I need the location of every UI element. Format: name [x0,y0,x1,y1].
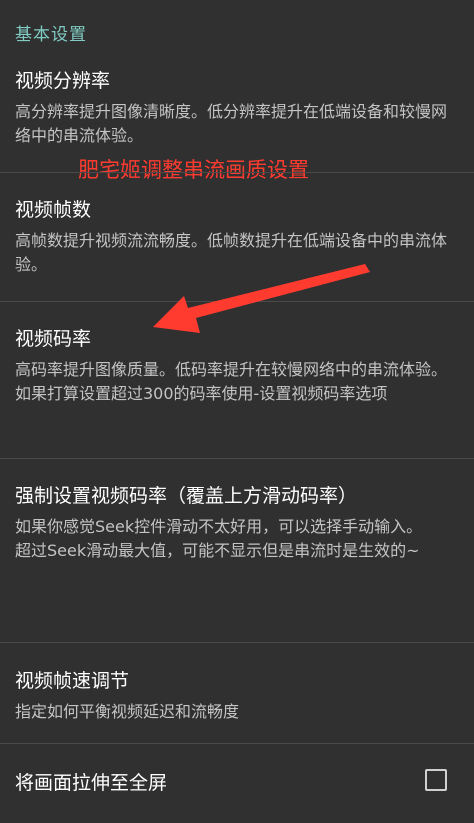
pref-title: 强制设置视频码率（覆盖上方滑动码率） [15,485,358,507]
pref-summary: 高码率提升图像质量。低码率提升在较慢网络中的串流体验。 [15,360,448,379]
pref-summary: 指定如何平衡视频延迟和流畅度 [15,702,240,721]
pref-video-bitrate[interactable]: 视频码率 高码率提升图像质量。低码率提升在较慢网络中的串流体验。 如果打算设置超… [0,326,474,406]
pref-title: 视频帧速调节 [15,670,130,692]
divider [0,642,474,643]
divider [0,743,474,744]
pref-video-resolution[interactable]: 视频分辨率 高分辨率提升图像清晰度。低分辨率提升在低端设备和较慢网络中的串流体验… [0,68,474,148]
pref-title: 视频帧数 [15,199,92,221]
pref-summary-extra: 超过Seek滑动最大值，可能不显示但是串流时是生效的~ [15,541,420,560]
annotation-text: 肥宅姬调整串流画质设置 [78,158,309,182]
stretch-fullscreen-checkbox[interactable] [425,769,447,791]
pref-summary: 高分辨率提升图像清晰度。低分辨率提升在低端设备和较慢网络中的串流体验。 [15,102,448,145]
pref-title: 视频分辨率 [15,70,111,92]
pref-summary: 高帧数提升视频流流畅度。低帧数提升在低端设备中的串流体验。 [15,231,448,274]
pref-frame-pacing[interactable]: 视频帧速调节 指定如何平衡视频延迟和流畅度 [0,668,474,724]
pref-video-fps[interactable]: 视频帧数 高帧数提升视频流流畅度。低帧数提升在低端设备中的串流体验。 [0,197,474,277]
pref-title: 视频码率 [15,328,92,350]
pref-summary: 如果你感觉Seek控件滑动不太好用，可以选择手动输入。 [15,517,423,536]
divider [0,172,474,173]
pref-force-bitrate[interactable]: 强制设置视频码率（覆盖上方滑动码率） 如果你感觉Seek控件滑动不太好用，可以选… [0,483,474,563]
category-header: 基本设置 [15,25,87,45]
settings-screen: 基本设置 视频分辨率 高分辨率提升图像清晰度。低分辨率提升在低端设备和较慢网络中… [0,0,474,823]
divider [0,458,474,459]
divider [0,301,474,302]
pref-stretch-fullscreen-label[interactable]: 将画面拉伸至全屏 [15,768,167,795]
pref-summary-extra: 如果打算设置超过300的码率使用-设置视频码率选项 [15,384,388,403]
